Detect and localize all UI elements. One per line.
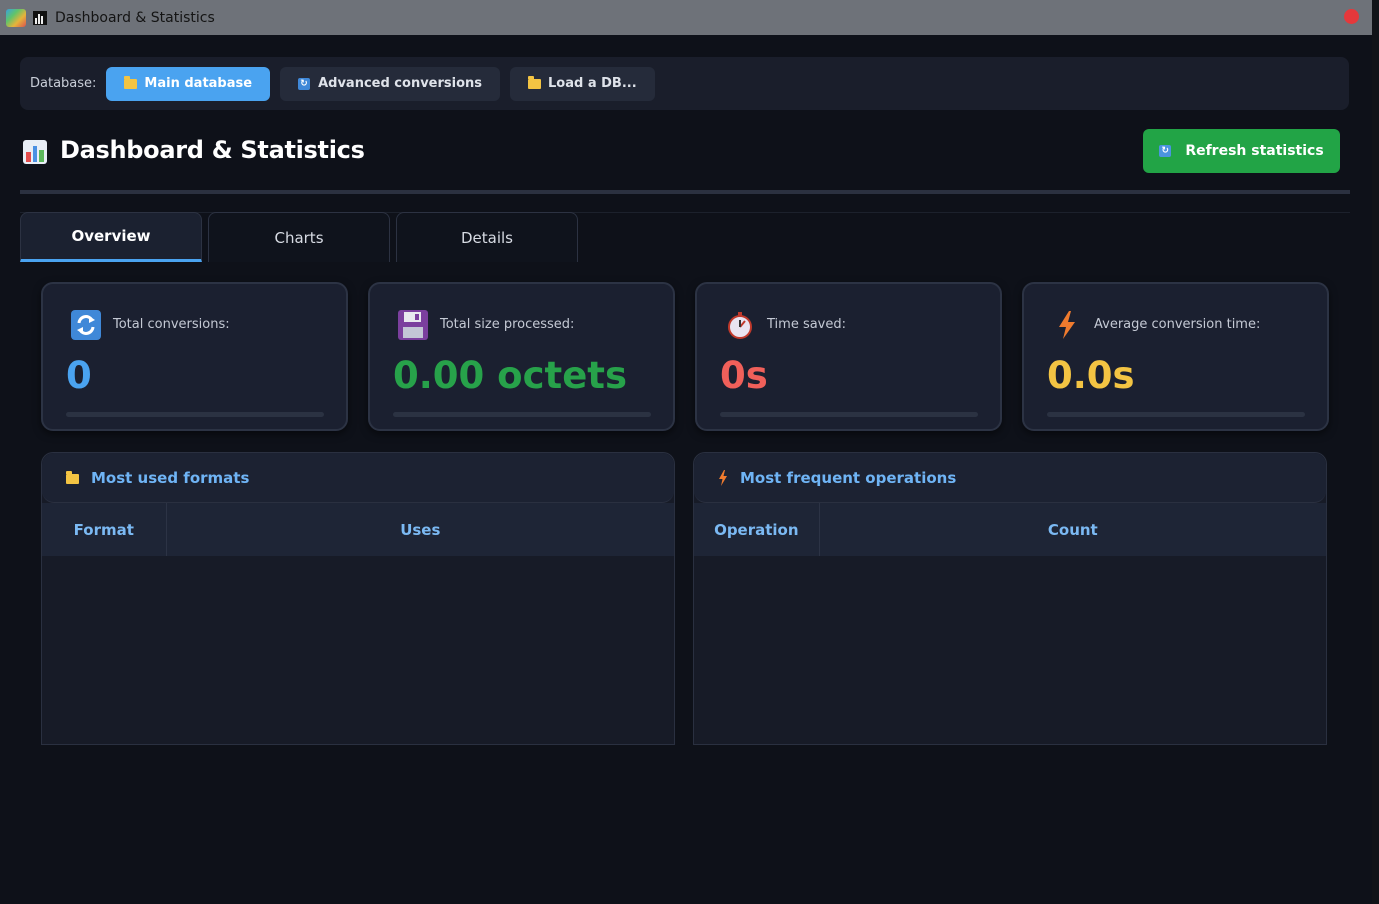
header-divider — [20, 190, 1350, 194]
stat-bar — [720, 412, 978, 417]
floppy-disk-icon — [398, 310, 428, 340]
load-db-label: Load a DB... — [548, 76, 637, 91]
stat-label: Average conversion time: — [1094, 317, 1261, 332]
most-used-formats-panel: Most used formats Format Uses — [41, 452, 675, 745]
panel-title: Most used formats — [91, 468, 250, 487]
database-label: Database: — [30, 76, 97, 91]
stat-bar — [393, 412, 651, 417]
main-database-button[interactable]: Main database — [106, 66, 271, 101]
folder-open-icon — [528, 75, 542, 89]
database-bar: Database: Main database ↻ Advanced conve… — [20, 57, 1349, 110]
column-header-uses[interactable]: Uses — [165, 503, 674, 556]
page-title: Dashboard & Statistics — [60, 136, 365, 164]
refresh-icon — [71, 310, 101, 340]
refresh-statistics-button[interactable]: ↻ Refresh statistics — [1143, 129, 1340, 173]
window-title: Dashboard & Statistics — [55, 9, 215, 26]
stat-bar — [1047, 412, 1305, 417]
window-titlebar: Dashboard & Statistics — [0, 0, 1372, 35]
stat-label: Total conversions: — [113, 317, 230, 332]
advanced-conversions-label: Advanced conversions — [318, 76, 483, 91]
table-header: Operation Count — [694, 503, 1326, 556]
stopwatch-icon — [725, 310, 755, 340]
main-database-label: Main database — [144, 76, 253, 91]
column-header-operation[interactable]: Operation — [694, 503, 819, 556]
stat-label: Time saved: — [767, 317, 847, 332]
tab-overview[interactable]: Overview — [20, 212, 202, 262]
column-header-format[interactable]: Format — [42, 503, 166, 556]
tab-charts[interactable]: Charts — [208, 212, 390, 262]
background-window-edge — [1372, 0, 1379, 904]
refresh-icon: ↻ — [1159, 145, 1172, 157]
stats-cards: Total conversions: 0 Total size processe… — [41, 282, 1329, 431]
stat-bar — [66, 412, 324, 417]
folder-icon — [66, 471, 79, 484]
tab-details[interactable]: Details — [396, 212, 578, 262]
panel-title: Most frequent operations — [740, 468, 957, 487]
tab-bar: Overview Charts Details — [20, 212, 584, 263]
stat-card-total-size: Total size processed: 0.00 octets — [368, 282, 675, 431]
table-header: Format Uses — [42, 503, 674, 556]
most-frequent-operations-panel: Most frequent operations Operation Count — [693, 452, 1327, 745]
close-window-button[interactable] — [1344, 9, 1359, 24]
advanced-conversions-button[interactable]: ↻ Advanced conversions — [280, 66, 501, 101]
column-header-count[interactable]: Count — [818, 503, 1326, 556]
refresh-icon: ↻ — [298, 77, 311, 90]
stat-card-average-time: Average conversion time: 0.0s — [1022, 282, 1329, 431]
stat-value: 0s — [720, 354, 768, 397]
panel-header: Most used formats — [42, 453, 674, 503]
bar-chart-icon — [23, 140, 47, 164]
panel-header: Most frequent operations — [694, 453, 1326, 503]
lightning-icon — [1052, 310, 1082, 340]
refresh-statistics-label: Refresh statistics — [1185, 143, 1324, 159]
stat-value: 0.0s — [1047, 354, 1135, 397]
stat-value: 0 — [66, 354, 92, 397]
stat-card-total-conversions: Total conversions: 0 — [41, 282, 348, 431]
page-header: Dashboard & Statistics ↻ Refresh statist… — [20, 128, 1350, 174]
chart-icon — [33, 10, 47, 25]
app-icon — [6, 8, 26, 27]
stat-card-time-saved: Time saved: 0s — [695, 282, 1002, 431]
lightning-icon — [719, 469, 727, 486]
stat-value: 0.00 octets — [393, 354, 628, 397]
folder-icon — [124, 75, 138, 89]
stat-label: Total size processed: — [440, 317, 575, 332]
load-db-button[interactable]: Load a DB... — [510, 66, 655, 101]
